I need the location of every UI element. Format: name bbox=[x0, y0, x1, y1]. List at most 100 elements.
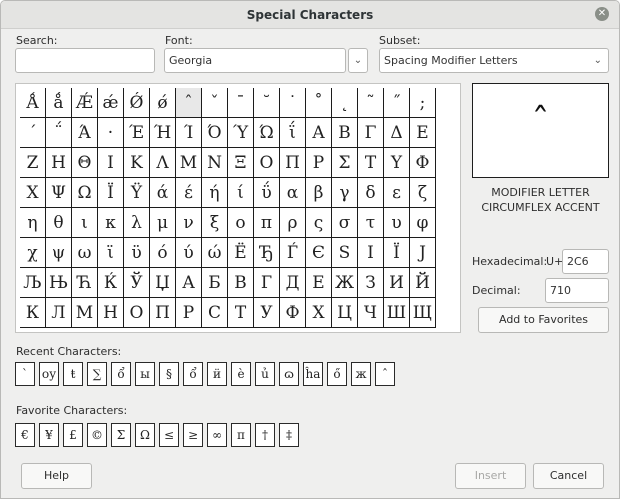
character-cell[interactable]: Ψ bbox=[46, 178, 72, 208]
character-cell[interactable]: Ч bbox=[358, 298, 384, 328]
character-cell[interactable]: ɷ bbox=[279, 362, 299, 386]
character-cell[interactable]: © bbox=[87, 423, 107, 447]
character-cell[interactable]: Α bbox=[306, 118, 332, 148]
character-cell[interactable]: Γ bbox=[358, 118, 384, 148]
character-cell[interactable]: ΅ bbox=[46, 118, 72, 148]
character-cell[interactable]: К bbox=[20, 298, 46, 328]
character-cell[interactable]: ΐ bbox=[280, 118, 306, 148]
character-cell[interactable]: ί bbox=[228, 178, 254, 208]
character-cell[interactable]: Η bbox=[46, 148, 72, 178]
character-cell[interactable]: Џ bbox=[150, 268, 176, 298]
character-cell[interactable]: ӥ bbox=[207, 362, 227, 386]
character-cell[interactable]: ό bbox=[150, 238, 176, 268]
character-cell[interactable]: Т bbox=[228, 298, 254, 328]
character-cell[interactable]: Ί bbox=[176, 118, 202, 148]
character-cell[interactable]: Њ bbox=[46, 268, 72, 298]
cancel-button[interactable]: Cancel bbox=[533, 463, 604, 489]
character-cell[interactable]: ι bbox=[72, 208, 98, 238]
character-cell[interactable]: Σ bbox=[111, 423, 131, 447]
character-cell[interactable]: ˝ bbox=[384, 88, 410, 118]
character-cell[interactable]: ˋ bbox=[15, 362, 35, 386]
character-cell[interactable]: օу bbox=[39, 362, 59, 386]
character-cell[interactable]: Ε bbox=[410, 118, 436, 148]
character-cell[interactable]: ς bbox=[306, 208, 332, 238]
character-cell[interactable]: С bbox=[202, 298, 228, 328]
character-cell[interactable]: ψ bbox=[46, 238, 72, 268]
character-cell[interactable]: ő bbox=[327, 362, 347, 386]
character-cell[interactable]: Й bbox=[410, 268, 436, 298]
character-cell[interactable]: Ў bbox=[124, 268, 150, 298]
character-cell[interactable]: § bbox=[159, 362, 179, 386]
character-cell[interactable]: ổ bbox=[111, 362, 131, 386]
character-cell[interactable]: Ё bbox=[228, 238, 254, 268]
character-cell[interactable]: γ bbox=[332, 178, 358, 208]
add-to-favorites-button[interactable]: Add to Favorites bbox=[478, 307, 609, 333]
character-cell[interactable]: І bbox=[358, 238, 384, 268]
character-cell[interactable]: £ bbox=[63, 423, 83, 447]
character-cell[interactable]: Ω bbox=[72, 178, 98, 208]
character-cell[interactable]: Щ bbox=[410, 298, 436, 328]
character-cell[interactable]: β bbox=[306, 178, 332, 208]
font-combo-entry[interactable]: Georgia bbox=[164, 48, 346, 73]
character-cell[interactable]: Ύ bbox=[228, 118, 254, 148]
character-cell[interactable]: Є bbox=[306, 238, 332, 268]
character-cell[interactable]: У bbox=[254, 298, 280, 328]
character-cell[interactable]: Ώ bbox=[254, 118, 280, 148]
character-cell[interactable]: ˇ bbox=[202, 88, 228, 118]
character-cell[interactable]: Г bbox=[254, 268, 280, 298]
character-cell[interactable]: ΰ bbox=[254, 178, 280, 208]
character-cell[interactable]: ˚ bbox=[306, 88, 332, 118]
character-cell[interactable]: ξ bbox=[202, 208, 228, 238]
character-cell[interactable]: ˉ bbox=[228, 88, 254, 118]
character-cell[interactable]: Ǽ bbox=[72, 88, 98, 118]
character-cell[interactable]: ∑ bbox=[87, 362, 107, 386]
character-cell[interactable]: Μ bbox=[176, 148, 202, 178]
character-cell[interactable]: ; bbox=[410, 88, 436, 118]
character-cell[interactable]: ώ bbox=[202, 238, 228, 268]
hexadecimal-input[interactable]: 2C6 bbox=[562, 249, 609, 274]
character-cell[interactable]: ǽ bbox=[98, 88, 124, 118]
character-cell[interactable]: υ bbox=[384, 208, 410, 238]
character-cell[interactable]: φ bbox=[410, 208, 436, 238]
character-cell[interactable]: Ό bbox=[202, 118, 228, 148]
character-cell[interactable]: Ϋ bbox=[124, 178, 150, 208]
character-cell[interactable]: ы bbox=[135, 362, 155, 386]
character-cell[interactable]: ε bbox=[384, 178, 410, 208]
character-cell[interactable]: Ф bbox=[280, 298, 306, 328]
character-cell[interactable]: Ξ bbox=[228, 148, 254, 178]
character-cell[interactable]: Ј bbox=[410, 238, 436, 268]
character-cell[interactable]: Ђ bbox=[254, 238, 280, 268]
character-cell[interactable]: ж bbox=[351, 362, 371, 386]
character-cell[interactable]: ủ bbox=[255, 362, 275, 386]
character-cell[interactable]: Ω bbox=[135, 423, 155, 447]
character-cell[interactable]: Χ bbox=[20, 178, 46, 208]
character-cell[interactable]: И bbox=[384, 268, 410, 298]
character-cell[interactable]: λ bbox=[124, 208, 150, 238]
character-cell[interactable]: Ǿ bbox=[124, 88, 150, 118]
character-cell[interactable]: ǻ bbox=[46, 88, 72, 118]
character-cell[interactable]: Ο bbox=[254, 148, 280, 178]
insert-button[interactable]: Insert bbox=[455, 463, 526, 489]
character-cell[interactable]: Ћ bbox=[72, 268, 98, 298]
character-cell[interactable]: Б bbox=[202, 268, 228, 298]
character-cell[interactable]: Ǻ bbox=[20, 88, 46, 118]
character-cell[interactable]: Θ bbox=[72, 148, 98, 178]
character-cell[interactable]: Σ bbox=[332, 148, 358, 178]
character-cell[interactable]: ổ bbox=[183, 362, 203, 386]
character-cell[interactable]: ή bbox=[202, 178, 228, 208]
close-icon[interactable]: ✕ bbox=[595, 7, 609, 21]
character-cell[interactable]: Љ bbox=[20, 268, 46, 298]
character-cell[interactable]: Τ bbox=[358, 148, 384, 178]
character-cell[interactable]: А bbox=[176, 268, 202, 298]
font-dropdown-button[interactable]: ⌄ bbox=[348, 48, 368, 73]
help-button[interactable]: Help bbox=[21, 463, 92, 489]
character-cell[interactable]: η bbox=[20, 208, 46, 238]
character-cell[interactable]: Δ bbox=[384, 118, 410, 148]
character-cell[interactable]: Ι bbox=[98, 148, 124, 178]
character-cell[interactable]: Β bbox=[332, 118, 358, 148]
character-cell[interactable]: ¥ bbox=[39, 423, 59, 447]
character-cell[interactable]: Ϊ bbox=[98, 178, 124, 208]
character-cell[interactable]: π bbox=[254, 208, 280, 238]
character-cell[interactable]: ΄ bbox=[20, 118, 46, 148]
character-cell[interactable]: О bbox=[124, 298, 150, 328]
